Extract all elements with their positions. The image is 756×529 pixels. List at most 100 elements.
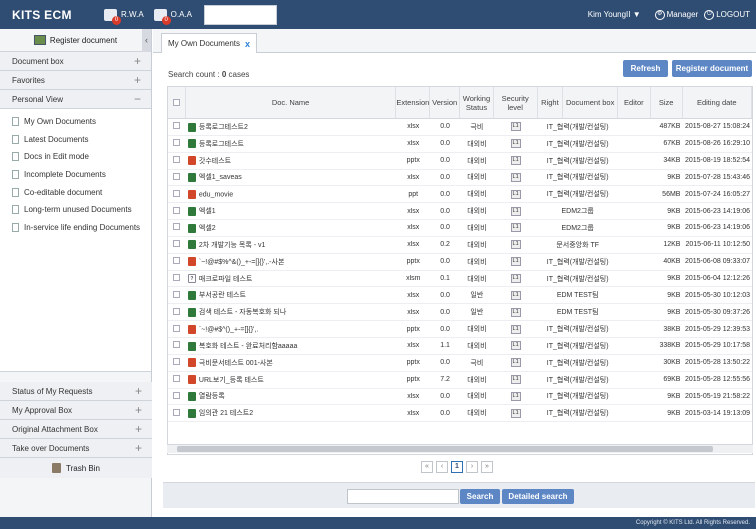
detailed-search-button[interactable]: Detailed search bbox=[502, 489, 574, 504]
doc-name-cell[interactable]: 등록로그테스트 bbox=[186, 139, 396, 149]
table-row[interactable]: 엑셀2 xlsx 0.0 대외비 L1 EDM2그룹 9KB 2015-06-23 14:19… bbox=[168, 220, 752, 237]
doc-name[interactable]: 극비문서테스트 001-사본 bbox=[199, 360, 273, 367]
doc-name-cell[interactable]: `~!@#$^()_+-=[]{}',. bbox=[186, 324, 396, 334]
expand-icon[interactable]: + bbox=[134, 73, 141, 87]
doc-name[interactable]: 엑셀1 bbox=[199, 208, 216, 215]
doc-name[interactable]: `~!@#$%^&()_+-=[]{}',.-사본 bbox=[199, 259, 285, 266]
scrollbar-thumb[interactable] bbox=[177, 446, 713, 452]
refresh-button[interactable]: Refresh bbox=[623, 60, 668, 77]
doc-name-cell[interactable]: 갓수테스트 bbox=[186, 156, 396, 166]
row-checkbox[interactable] bbox=[173, 139, 181, 147]
sidebar-section-original-attachment-box[interactable]: Original Attachment Box + bbox=[0, 420, 152, 439]
column-header[interactable]: Document box bbox=[563, 87, 618, 118]
table-row[interactable]: 등록로그테스트2 xlsx 0.0 극비 L1 IT_협력(개발/컨설팅) 487KB 201… bbox=[168, 119, 752, 136]
row-checkbox[interactable] bbox=[173, 391, 181, 399]
table-row[interactable]: `~!@#$%^&()_+-=[]{}',.-사본 pptx 0.0 대외비 L1 IT_… bbox=[168, 254, 752, 271]
doc-name-cell[interactable]: ? 매크로파일 테스트 bbox=[186, 274, 396, 284]
doc-name-cell[interactable]: 열람등록 bbox=[186, 391, 396, 402]
doc-name-cell[interactable]: 등록로그테스트2 bbox=[186, 122, 396, 132]
table-row[interactable]: 임의관 21 테스트2 xlsx 0.0 대외비 L1 IT_협력(개발/컨설팅) 9KB 2… bbox=[168, 405, 752, 423]
next-page-button[interactable]: › bbox=[466, 461, 478, 473]
manager-link[interactable]: ⚙ Manager bbox=[654, 9, 698, 20]
row-checkbox[interactable] bbox=[173, 290, 181, 298]
doc-name-cell[interactable]: URL보기_등록 테스트 bbox=[186, 375, 396, 385]
table-row[interactable]: 검색 테스트 - 자동복호화 되나 xlsx 0.0 일반 L1 EDM TEST팀 9KB… bbox=[168, 304, 752, 322]
user-menu[interactable]: Kim YoungII ▼ bbox=[588, 10, 641, 19]
expand-icon[interactable]: + bbox=[134, 54, 141, 68]
doc-name-cell[interactable]: 엑셀1 bbox=[186, 206, 396, 216]
last-page-button[interactable]: » bbox=[481, 461, 493, 473]
sidebar-section-status-of-my-requests[interactable]: Status of My Requests + bbox=[0, 382, 152, 401]
column-header[interactable]: Extension bbox=[396, 87, 431, 118]
close-icon[interactable]: x bbox=[245, 39, 250, 49]
bottom-search-input[interactable] bbox=[347, 489, 459, 504]
doc-name-cell[interactable]: 복호화 테스트 - 완료처리함aaaaa bbox=[186, 341, 396, 351]
table-row[interactable]: 부서공란 테스트 xlsx 0.0 일반 L1 EDM TEST팀 9KB 2015-05-3… bbox=[168, 287, 752, 305]
column-header[interactable]: Working Status bbox=[460, 87, 494, 118]
column-header[interactable]: Editing date bbox=[683, 87, 752, 118]
row-checkbox[interactable] bbox=[173, 240, 181, 248]
tab-my-own-documents[interactable]: My Own Documents x bbox=[161, 33, 258, 53]
row-checkbox[interactable] bbox=[173, 375, 181, 383]
doc-name[interactable]: 부서공란 테스트 bbox=[199, 292, 246, 299]
doc-name-cell[interactable]: edu_movie bbox=[186, 189, 396, 199]
doc-name[interactable]: 임의관 21 테스트2 bbox=[199, 410, 253, 417]
sidebar-collapse-button[interactable]: ‹ bbox=[142, 29, 151, 52]
expand-icon[interactable]: + bbox=[135, 403, 142, 417]
table-row[interactable]: 갓수테스트 pptx 0.0 대외비 L1 IT_협력(개발/컨설팅) 34KB 2015-0… bbox=[168, 153, 752, 170]
sidebar-item[interactable]: Incomplete Documents bbox=[0, 166, 151, 184]
sidebar-section-document-box[interactable]: Document box + bbox=[0, 52, 151, 71]
current-page[interactable]: 1 bbox=[451, 461, 463, 473]
doc-name[interactable]: 엑셀2 bbox=[199, 225, 216, 232]
sidebar-item[interactable]: Docs in Edit mode bbox=[0, 148, 151, 166]
table-row[interactable]: 극비문서테스트 001-사본 pptx 0.0 극비 L1 IT_협력(개발/컨설팅) 30… bbox=[168, 355, 752, 372]
row-checkbox[interactable] bbox=[173, 122, 181, 130]
row-checkbox[interactable] bbox=[173, 341, 181, 349]
doc-name-cell[interactable]: 검색 테스트 - 자동복호화 되나 bbox=[186, 307, 396, 317]
trash-bin-button[interactable]: Trash Bin bbox=[0, 458, 152, 478]
sidebar-section-take-over-documents[interactable]: Take over Documents + bbox=[0, 439, 152, 458]
row-checkbox[interactable] bbox=[173, 257, 181, 265]
sidebar-section-favorites[interactable]: Favorites + bbox=[0, 71, 151, 90]
row-checkbox[interactable] bbox=[173, 223, 181, 231]
table-row[interactable]: edu_movie ppt 0.0 대외비 L1 IT_협력(개발/컨설팅) 56MB 201… bbox=[168, 186, 752, 204]
row-checkbox[interactable] bbox=[173, 189, 181, 197]
doc-name-cell[interactable]: 임의관 21 테스트2 bbox=[186, 408, 396, 418]
table-row[interactable]: `~!@#$^()_+-=[]{}',. pptx 0.0 대외비 L1 IT_협력(개발… bbox=[168, 321, 752, 338]
logout-link[interactable]: ⏻ LOGOUT bbox=[704, 9, 750, 20]
sidebar-item[interactable]: My Own Documents bbox=[0, 113, 151, 131]
rwa-nav[interactable]: 0 R.W.A bbox=[104, 8, 144, 25]
row-checkbox[interactable] bbox=[173, 408, 181, 416]
doc-name[interactable]: `~!@#$^()_+-=[]{}',. bbox=[199, 326, 258, 333]
doc-name-cell[interactable]: 엑셀2 bbox=[186, 223, 396, 233]
row-checkbox[interactable] bbox=[173, 156, 181, 164]
doc-name-cell[interactable]: 극비문서테스트 001-사본 bbox=[186, 358, 396, 368]
row-checkbox[interactable] bbox=[173, 274, 181, 282]
column-header[interactable]: Editor bbox=[618, 87, 651, 118]
doc-name[interactable]: edu_movie bbox=[199, 191, 233, 198]
collapse-icon[interactable]: − bbox=[134, 92, 141, 106]
sidebar-section-personal-view[interactable]: Personal View − bbox=[0, 90, 151, 109]
sidebar-item[interactable]: Co-editable document bbox=[0, 183, 151, 201]
doc-name[interactable]: 2차 개발기능 목록 - v1 bbox=[199, 242, 265, 249]
register-document-button[interactable]: Register document bbox=[672, 60, 752, 77]
sidebar-item[interactable]: Long-term unused Documents bbox=[0, 201, 151, 219]
column-header[interactable]: Security level bbox=[494, 87, 538, 118]
doc-name-cell[interactable]: 부서공란 테스트 bbox=[186, 290, 396, 301]
doc-name[interactable]: 엑셀1_saveas bbox=[199, 174, 242, 181]
table-row[interactable]: 2차 개발기능 목록 - v1 xlsx 0.2 대외비 L1 문서중앙화 TF 12KB 2… bbox=[168, 237, 752, 254]
column-header[interactable]: Version bbox=[430, 87, 461, 118]
expand-icon[interactable]: + bbox=[135, 384, 142, 398]
search-button[interactable]: Search bbox=[460, 489, 500, 504]
column-header[interactable]: Right bbox=[538, 87, 564, 118]
row-checkbox[interactable] bbox=[173, 206, 181, 214]
row-checkbox[interactable] bbox=[173, 358, 181, 366]
doc-name[interactable]: 검색 테스트 - 자동복호화 되나 bbox=[199, 309, 286, 316]
doc-name[interactable]: 열람등록 bbox=[199, 393, 225, 400]
doc-name-cell[interactable]: `~!@#$%^&()_+-=[]{}',.-사본 bbox=[186, 257, 396, 267]
doc-name[interactable]: 등록로그테스트 bbox=[199, 141, 244, 148]
doc-name-cell[interactable]: 2차 개발기능 목록 - v1 bbox=[186, 240, 396, 250]
doc-name[interactable]: 갓수테스트 bbox=[199, 158, 231, 165]
doc-name[interactable]: URL보기_등록 테스트 bbox=[199, 377, 264, 384]
row-checkbox[interactable] bbox=[173, 172, 181, 180]
